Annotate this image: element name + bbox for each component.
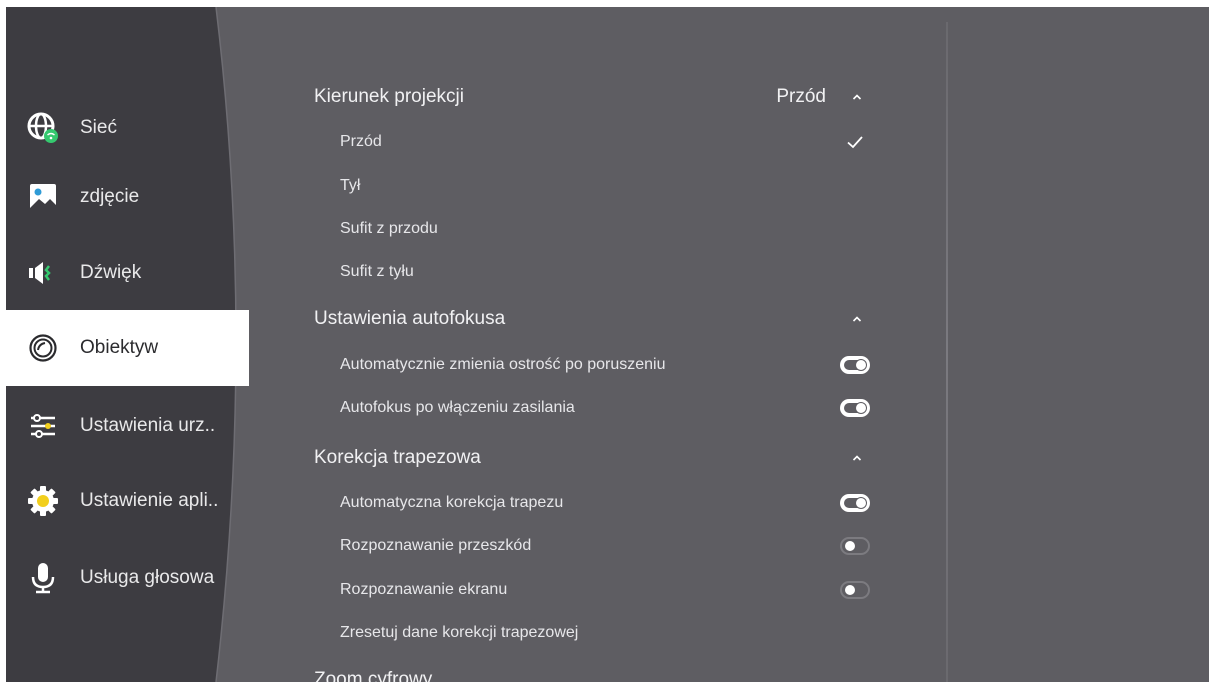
auto-keystone-row[interactable]: Automatyczna korekcja trapezu (340, 483, 870, 523)
setting-label: Rozpoznawanie ekranu (340, 581, 508, 598)
reset-keystone-row[interactable]: Zresetuj dane korekcji trapezowej (340, 613, 864, 653)
digital-zoom-header[interactable]: Zoom cyfrowy (314, 660, 864, 682)
projection-direction-header[interactable]: Kierunek projekcji Przód (314, 77, 864, 117)
autofocus-settings-title: Ustawienia autofokusa (314, 308, 506, 329)
obstacle-detection-row[interactable]: Rozpoznawanie przeszkód (340, 526, 870, 566)
autofocus-on-power-toggle[interactable] (840, 399, 870, 417)
screen-detection-row[interactable]: Rozpoznawanie ekranu (340, 570, 870, 610)
setting-label: Autofokus po włączeniu zasilania (340, 399, 575, 416)
keystone-correction-header[interactable]: Korekcja trapezowa (314, 438, 864, 478)
option-label: Tył (340, 177, 361, 194)
autofocus-settings-header[interactable]: Ustawienia autofokusa (314, 299, 864, 339)
autofocus-on-move-row[interactable]: Automatycznie zmienia ostrość po porusze… (340, 345, 870, 385)
chevron-up-icon (850, 312, 864, 326)
projection-direction-value: Przód (776, 86, 826, 107)
setting-label: Rozpoznawanie przeszkód (340, 537, 532, 554)
settings-screen: Sieć zdjęcie Dźwięk Obiektyw Ustawienia … (6, 7, 1209, 682)
chevron-up-icon (850, 90, 864, 104)
lens-settings-list: Kierunek projekcji Przód Przód Tył Sufit… (6, 7, 1209, 682)
chevron-up-icon (850, 451, 864, 465)
projection-option-ceiling-rear[interactable]: Sufit z tyłu (340, 252, 864, 292)
setting-label: Automatycznie zmienia ostrość po porusze… (340, 356, 666, 373)
projection-option-rear[interactable]: Tył (340, 166, 864, 206)
projection-option-front[interactable]: Przód (340, 122, 864, 162)
screen-detection-toggle[interactable] (840, 581, 870, 599)
panel-divider (946, 22, 948, 682)
option-label: Sufit z przodu (340, 220, 438, 237)
checkmark-icon (847, 136, 863, 149)
digital-zoom-title: Zoom cyfrowy (314, 669, 433, 682)
autofocus-on-power-row[interactable]: Autofokus po włączeniu zasilania (340, 388, 870, 428)
autofocus-on-move-toggle[interactable] (840, 356, 870, 374)
option-label: Sufit z tyłu (340, 263, 414, 280)
projection-option-ceiling-front[interactable]: Sufit z przodu (340, 209, 864, 249)
auto-keystone-toggle[interactable] (840, 494, 870, 512)
obstacle-detection-toggle[interactable] (840, 537, 870, 555)
reset-keystone-label: Zresetuj dane korekcji trapezowej (340, 624, 579, 641)
option-label: Przód (340, 133, 382, 150)
keystone-correction-title: Korekcja trapezowa (314, 447, 481, 468)
setting-label: Automatyczna korekcja trapezu (340, 494, 564, 511)
projection-direction-title: Kierunek projekcji (314, 86, 464, 107)
